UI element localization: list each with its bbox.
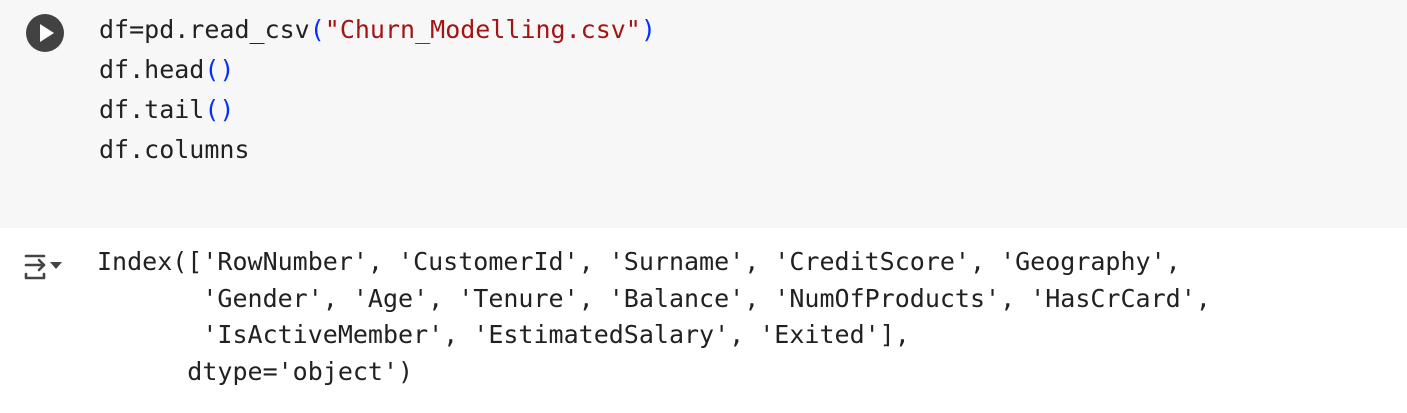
play-icon: [40, 24, 54, 42]
code-line: df.tail(): [99, 95, 235, 124]
code-line: df=pd.read_csv("Churn_Modelling.csv"): [99, 15, 656, 44]
run-cell-button[interactable]: [26, 14, 64, 52]
code-cell[interactable]: df=pd.read_csv("Churn_Modelling.csv") df…: [0, 0, 1407, 228]
cell-output: Index(['RowNumber', 'CustomerId', 'Surna…: [97, 244, 1211, 390]
code-line: df.head(): [99, 55, 235, 84]
code-editor[interactable]: df=pd.read_csv("Churn_Modelling.csv") df…: [99, 10, 656, 170]
output-line: 'Gender', 'Age', 'Tenure', 'Balance', 'N…: [97, 283, 1211, 313]
code-line: df.columns: [99, 135, 250, 164]
output-line: dtype='object'): [97, 356, 414, 386]
output-collapse-icon: [24, 254, 62, 280]
output-line: 'IsActiveMember', 'EstimatedSalary', 'Ex…: [97, 320, 910, 349]
output-toggle-button[interactable]: [22, 250, 66, 284]
output-line: Index(['RowNumber', 'CustomerId', 'Surna…: [97, 247, 1181, 276]
